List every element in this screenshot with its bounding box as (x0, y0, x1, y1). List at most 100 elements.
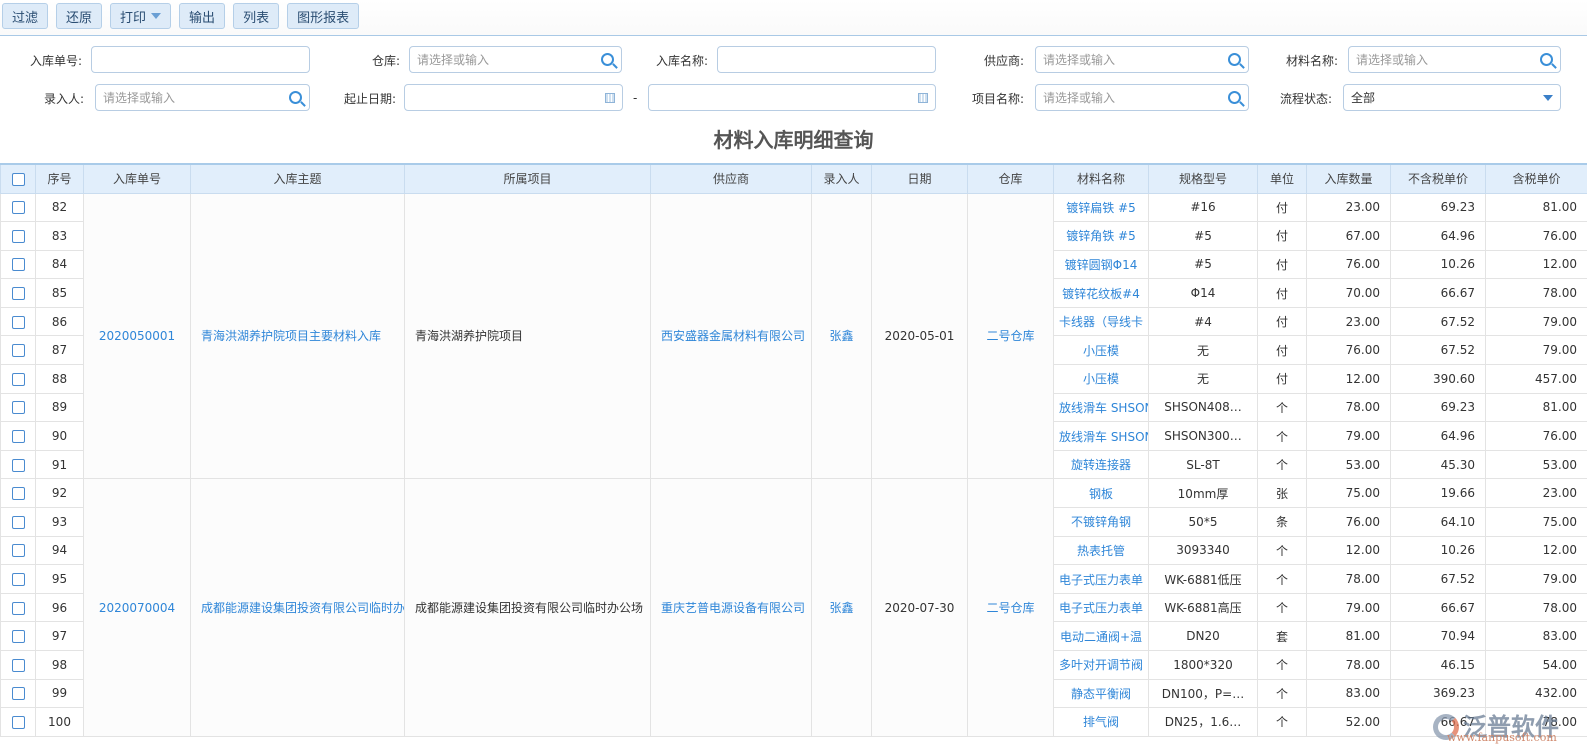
column-header[interactable]: 所属项目 (404, 163, 651, 194)
row-checkbox[interactable] (11, 715, 25, 729)
flow-status-select[interactable]: 全部 (1343, 84, 1561, 111)
search-icon[interactable] (1228, 91, 1241, 104)
table-row[interactable]: 82 2020050001 青海洪湖养护院项目主要材料入库 青海洪湖养护院项目 西安盛器… (0, 192, 1587, 480)
filter-button[interactable]: 过滤 (2, 3, 49, 29)
project-name-input[interactable]: 请选择或输入 (1035, 84, 1249, 111)
export-button[interactable]: 输出 (179, 3, 226, 29)
material-name-input[interactable]: 请选择或输入 (1348, 46, 1561, 73)
row-select-cell[interactable] (0, 678, 36, 709)
select-all-header[interactable] (0, 163, 36, 194)
row-select-cell[interactable] (0, 564, 36, 594)
row-checkbox[interactable] (11, 287, 25, 301)
warehouse-input[interactable]: 请选择或输入 (409, 46, 622, 73)
warehouse-link[interactable]: 二号仓库 (967, 478, 1054, 737)
material-name-link[interactable]: 钢板 (1053, 478, 1149, 509)
column-header[interactable]: 入库单号 (83, 163, 191, 194)
row-select-cell[interactable] (0, 364, 36, 394)
material-name-link[interactable]: 放线滑车 SHSON (1053, 392, 1149, 423)
row-checkbox[interactable] (11, 487, 25, 501)
row-checkbox[interactable] (11, 658, 25, 672)
row-checkbox[interactable] (11, 630, 25, 644)
row-select-cell[interactable] (0, 707, 36, 737)
row-select-cell[interactable] (0, 650, 36, 680)
row-select-cell[interactable] (0, 449, 36, 480)
material-name-link[interactable]: 镀锌花纹板#4 (1053, 278, 1149, 308)
entered-by-link[interactable]: 张鑫 (811, 478, 872, 737)
supplier-link[interactable]: 西安盛器金属材料有限公司 (650, 192, 812, 480)
row-select-cell[interactable] (0, 592, 36, 623)
row-checkbox[interactable] (11, 315, 25, 329)
column-header[interactable]: 含税单价 (1485, 163, 1587, 194)
material-name-link[interactable]: 电子式压力表单 (1053, 592, 1149, 623)
calendar-icon[interactable] (605, 92, 615, 103)
row-select-cell[interactable] (0, 621, 36, 651)
row-select-cell[interactable] (0, 278, 36, 308)
inbound-no-link[interactable]: 2020070004 (83, 478, 191, 737)
material-name-link[interactable]: 小压模 (1053, 335, 1149, 366)
row-checkbox[interactable] (11, 372, 25, 386)
inbound-no-input[interactable] (91, 46, 310, 73)
column-header[interactable]: 不含税单价 (1390, 163, 1486, 194)
column-header[interactable]: 入库主题 (190, 163, 405, 194)
column-header[interactable]: 录入人 (811, 163, 872, 194)
chart-report-button[interactable]: 图形报表 (287, 3, 360, 29)
row-checkbox[interactable] (11, 544, 25, 558)
inbound-subject-link[interactable]: 成都能源建设集团投资有限公司临时办公 (190, 478, 405, 737)
material-name-link[interactable]: 多叶对开调节阀 (1053, 650, 1149, 680)
row-select-cell[interactable] (0, 249, 36, 280)
row-select-cell[interactable] (0, 507, 36, 537)
warehouse-link[interactable]: 二号仓库 (967, 192, 1054, 480)
row-select-cell[interactable] (0, 192, 36, 223)
column-header[interactable]: 仓库 (967, 163, 1054, 194)
material-name-link[interactable]: 不镀锌角钢 (1053, 507, 1149, 537)
start-date-input[interactable] (404, 84, 623, 111)
inbound-subject-link[interactable]: 青海洪湖养护院项目主要材料入库 (190, 192, 405, 480)
material-name-link[interactable]: 电动二通阀+温 (1053, 621, 1149, 651)
search-icon[interactable] (1228, 53, 1241, 66)
search-icon[interactable] (289, 91, 302, 104)
column-header[interactable]: 规格型号 (1148, 163, 1258, 194)
supplier-link[interactable]: 重庆艺普电源设备有限公司 (650, 478, 812, 737)
row-select-cell[interactable] (0, 306, 36, 337)
material-name-link[interactable]: 镀锌扁铁 #5 (1053, 192, 1149, 223)
select-all-checkbox[interactable] (11, 172, 25, 186)
inbound-name-input[interactable] (717, 46, 936, 73)
calendar-icon[interactable] (918, 92, 928, 103)
column-header[interactable]: 入库数量 (1306, 163, 1391, 194)
row-select-cell[interactable] (0, 221, 36, 251)
material-name-link[interactable]: 放线滑车 SHSON (1053, 421, 1149, 451)
row-checkbox[interactable] (11, 601, 25, 615)
column-header[interactable]: 日期 (871, 163, 968, 194)
row-checkbox[interactable] (11, 344, 25, 358)
entered-by-link[interactable]: 张鑫 (811, 192, 872, 480)
column-header[interactable]: 单位 (1257, 163, 1307, 194)
row-select-cell[interactable] (0, 392, 36, 423)
row-select-cell[interactable] (0, 478, 36, 509)
row-checkbox[interactable] (11, 401, 25, 415)
material-name-link[interactable]: 电子式压力表单 (1053, 564, 1149, 594)
inbound-no-link[interactable]: 2020050001 (83, 192, 191, 480)
row-checkbox[interactable] (11, 687, 25, 701)
material-name-link[interactable]: 小压模 (1053, 364, 1149, 394)
supplier-input[interactable]: 请选择或输入 (1035, 46, 1249, 73)
material-name-link[interactable]: 镀锌角铁 #5 (1053, 221, 1149, 251)
row-select-cell[interactable] (0, 535, 36, 566)
dropdown-arrow-icon[interactable] (1543, 94, 1553, 101)
column-header[interactable]: 序号 (35, 163, 84, 194)
reset-button[interactable]: 还原 (56, 3, 103, 29)
material-name-link[interactable]: 卡线器（导线卡 (1053, 306, 1149, 337)
end-date-input[interactable] (648, 84, 936, 111)
table-row[interactable]: 92 2020070004 成都能源建设集团投资有限公司临时办公 成都能源建设集团投资… (0, 478, 1587, 737)
row-checkbox[interactable] (11, 573, 25, 587)
material-name-link[interactable]: 排气阀 (1053, 707, 1149, 737)
row-checkbox[interactable] (11, 515, 25, 529)
material-name-link[interactable]: 静态平衡阀 (1053, 678, 1149, 709)
material-name-link[interactable]: 热表托管 (1053, 535, 1149, 566)
row-checkbox[interactable] (11, 458, 25, 472)
row-checkbox[interactable] (11, 258, 25, 272)
search-icon[interactable] (1540, 53, 1553, 66)
row-select-cell[interactable] (0, 335, 36, 366)
row-checkbox[interactable] (11, 229, 25, 243)
material-name-link[interactable]: 旋转连接器 (1053, 449, 1149, 480)
column-header[interactable]: 材料名称 (1053, 163, 1149, 194)
